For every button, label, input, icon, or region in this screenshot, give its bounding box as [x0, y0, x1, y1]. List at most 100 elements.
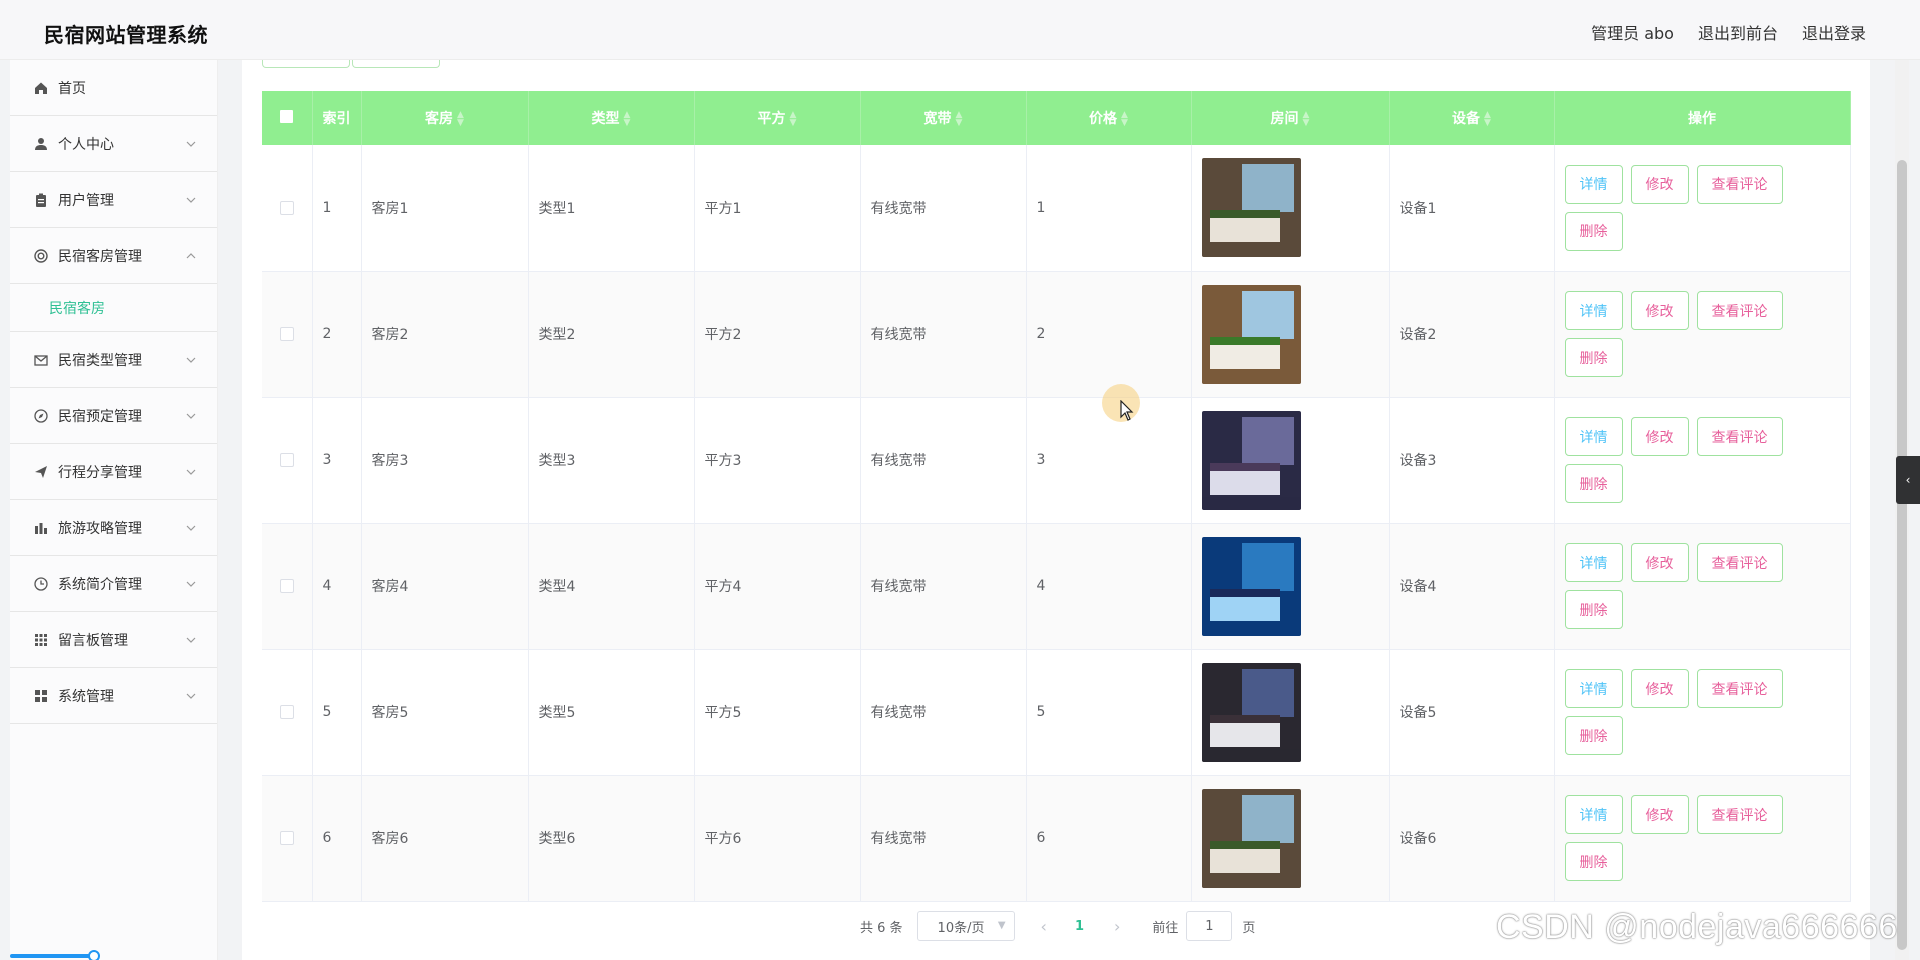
row-checkbox[interactable] [262, 775, 313, 902]
sidebar-item-user-management[interactable]: 用户管理 [10, 172, 217, 228]
row-checkbox[interactable] [262, 649, 313, 776]
table-header-row: 索引 客房 ▲ ▼ 类型 ▲ ▼ 平方 ▲ ▼ 宽带 ▲ ▼ 价格 ▲ ▼ 房间 ▲ ▼ 设备 ▲ ▼ 操作 [262, 91, 1851, 145]
delete-button[interactable]: 删除 [1564, 842, 1623, 881]
cell-room-photo [1191, 145, 1390, 272]
edit-button[interactable]: 修改 [1630, 669, 1689, 708]
col-room[interactable]: 客房 ▲ ▼ [361, 91, 529, 145]
row-checkbox[interactable] [262, 523, 313, 650]
view-reviews-button[interactable]: 查看评论 [1696, 795, 1783, 834]
cell-index: 2 [312, 271, 362, 398]
view-reviews-button[interactable]: 查看评论 [1696, 291, 1783, 330]
cell-price: 4 [1026, 523, 1192, 650]
select-all-checkbox[interactable] [262, 91, 313, 145]
collapse-panel-tab[interactable]: ‹ [1896, 456, 1920, 504]
header-actions: 管理员 abo 退出到前台 退出登录 [1591, 20, 1866, 44]
detail-button[interactable]: 详情 [1564, 669, 1623, 708]
detail-button[interactable]: 详情 [1564, 417, 1623, 456]
page-size-select[interactable]: 10条/页 ▼ [916, 911, 1015, 941]
detail-button[interactable]: 详情 [1564, 164, 1623, 204]
toolbar-button-partial[interactable] [352, 60, 440, 68]
delete-button[interactable]: 删除 [1564, 590, 1623, 629]
edit-button[interactable]: 修改 [1630, 164, 1689, 204]
col-broadband[interactable]: 宽带 ▲ ▼ [860, 91, 1027, 145]
vertical-scrollbar-thumb[interactable] [1897, 160, 1907, 950]
cell-actions: 详情 修改 查看评论 删除 [1554, 649, 1851, 776]
cell-price: 1 [1026, 145, 1192, 272]
room-photo[interactable] [1201, 410, 1301, 510]
col-price[interactable]: 价格 ▲ ▼ [1026, 91, 1192, 145]
row-checkbox[interactable] [262, 271, 313, 398]
cell-actions: 详情 修改 查看评论 删除 [1554, 271, 1851, 398]
sidebar-item-room-management[interactable]: 民宿客房管理 [10, 228, 217, 284]
chevron-down-icon [186, 357, 196, 363]
current-page[interactable]: 1 [1075, 919, 1084, 934]
mouse-cursor-icon [1120, 400, 1134, 421]
view-reviews-button[interactable]: 查看评论 [1696, 669, 1783, 708]
detail-button[interactable]: 详情 [1564, 795, 1623, 834]
sidebar-item-message-board[interactable]: 留言板管理 [10, 612, 217, 668]
view-reviews-button[interactable]: 查看评论 [1696, 543, 1783, 582]
sidebar-item-label: 旅游攻略管理 [58, 520, 142, 537]
sort-icon[interactable]: ▲ ▼ [1121, 111, 1128, 128]
send-icon [34, 465, 48, 479]
edit-button[interactable]: 修改 [1630, 291, 1689, 330]
col-area[interactable]: 平方 ▲ ▼ [694, 91, 861, 145]
sidebar-item-system-intro[interactable]: 系统简介管理 [10, 556, 217, 612]
delete-button[interactable]: 删除 [1564, 338, 1623, 377]
view-reviews-button[interactable]: 查看评论 [1696, 417, 1783, 456]
col-device[interactable]: 设备 ▲ ▼ [1389, 91, 1555, 145]
sort-icon[interactable]: ▲ ▼ [956, 111, 963, 128]
sidebar-item-label: 民宿客房管理 [58, 248, 142, 265]
sidebar-item-label: 留言板管理 [58, 632, 128, 649]
bottom-scrollbar[interactable] [10, 954, 96, 958]
sort-icon[interactable]: ▲ ▼ [624, 111, 631, 128]
cell-type: 类型5 [528, 649, 695, 776]
col-index: 索引 [312, 91, 362, 145]
delete-button[interactable]: 删除 [1564, 211, 1623, 251]
edit-button[interactable]: 修改 [1630, 795, 1689, 834]
row-checkbox[interactable] [262, 145, 313, 272]
next-page-button[interactable]: › [1114, 917, 1120, 936]
room-photo[interactable] [1201, 158, 1301, 258]
cell-room: 客房6 [361, 775, 529, 902]
sort-icon[interactable]: ▲ ▼ [457, 111, 464, 128]
row-checkbox[interactable] [262, 397, 313, 524]
sort-icon[interactable]: ▲ ▼ [1303, 111, 1310, 128]
goto-page-input[interactable]: 1 [1186, 911, 1233, 941]
room-photo[interactable] [1201, 284, 1301, 384]
detail-button[interactable]: 详情 [1564, 543, 1623, 582]
prev-page-button[interactable]: ‹ [1041, 917, 1047, 936]
room-photo[interactable] [1201, 536, 1301, 636]
col-room-photo[interactable]: 房间 ▲ ▼ [1191, 91, 1390, 145]
logout-link[interactable]: 退出登录 [1802, 20, 1866, 44]
toolbar-button-partial[interactable] [262, 60, 350, 68]
cell-broadband: 有线宽带 [860, 145, 1027, 272]
delete-button[interactable]: 删除 [1564, 716, 1623, 755]
sidebar-item-personal-center[interactable]: 个人中心 [10, 116, 217, 172]
room-photo[interactable] [1201, 788, 1301, 888]
sidebar-item-home[interactable]: 首页 [10, 60, 217, 116]
bottom-scrollbar-knob[interactable] [88, 950, 100, 960]
view-reviews-button[interactable]: 查看评论 [1696, 164, 1783, 204]
table-row: 2 客房2 类型2 平方2 有线宽带 2 设备2 详情 修改 查看评论 删除 [262, 271, 1851, 398]
chevron-down-icon [186, 637, 196, 643]
detail-button[interactable]: 详情 [1564, 291, 1623, 330]
cell-area: 平方5 [694, 649, 861, 776]
exit-to-front-link[interactable]: 退出到前台 [1698, 20, 1778, 44]
chevron-down-icon [186, 693, 196, 699]
sort-icon[interactable]: ▲ ▼ [790, 111, 797, 128]
edit-button[interactable]: 修改 [1630, 417, 1689, 456]
cell-area: 平方2 [694, 271, 861, 398]
sidebar-item-booking-management[interactable]: 民宿预定管理 [10, 388, 217, 444]
top-header: 民宿网站管理系统 管理员 abo 退出到前台 退出登录 [0, 0, 1920, 60]
sort-icon[interactable]: ▲ ▼ [1484, 111, 1491, 128]
room-photo[interactable] [1201, 662, 1301, 762]
sidebar-item-system-management[interactable]: 系统管理 [10, 668, 217, 724]
sidebar-subitem-rooms[interactable]: 民宿客房 [10, 284, 217, 332]
delete-button[interactable]: 删除 [1564, 464, 1623, 503]
col-type[interactable]: 类型 ▲ ▼ [528, 91, 695, 145]
sidebar-item-travel-guide[interactable]: 旅游攻略管理 [10, 500, 217, 556]
edit-button[interactable]: 修改 [1630, 543, 1689, 582]
sidebar-item-trip-sharing[interactable]: 行程分享管理 [10, 444, 217, 500]
sidebar-item-type-management[interactable]: 民宿类型管理 [10, 332, 217, 388]
